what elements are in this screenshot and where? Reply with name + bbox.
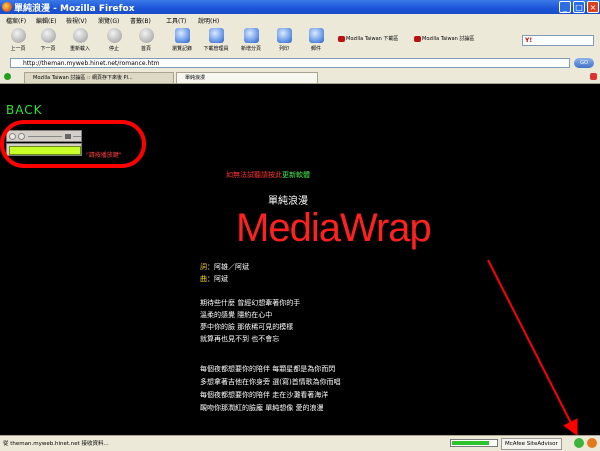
menu-file[interactable]: 檔案(F) (6, 16, 26, 25)
close-tab-icon[interactable] (590, 73, 597, 80)
history-icon (174, 28, 190, 43)
url-input[interactable]: http://theman.myweb.hinet.net/romance.ht… (10, 58, 570, 68)
go-button[interactable]: GO (574, 58, 594, 68)
mail-button[interactable]: 郵件 (302, 28, 330, 52)
home-icon (138, 28, 154, 43)
stop-icon (106, 28, 122, 43)
back-arrow-icon (10, 28, 26, 43)
new-tab-button[interactable]: 新增分頁 (237, 28, 265, 52)
mail-icon (308, 28, 324, 43)
menu-help[interactable]: 說明(H) (198, 16, 219, 25)
reload-button[interactable]: 重新載入 (66, 28, 94, 52)
navigation-toolbar: 上一頁 下一頁 重新載入 停止 首頁 瀏覽記錄 下載管理員 新增分頁 列印 郵件… (0, 26, 600, 57)
close-button[interactable]: × (587, 1, 599, 13)
menu-bookmarks[interactable]: 書籤(B) (130, 16, 151, 25)
siteadvisor-button[interactable]: McAfee SiteAdvisor (501, 438, 562, 450)
search-input[interactable]: Y! (522, 35, 594, 46)
print-button[interactable]: 列印 (270, 28, 298, 52)
reload-icon (72, 28, 88, 43)
tab-bar: Mozilla Taiwan 討論區 :: 網頁存下來後 Pl... 單純浪漫 (0, 71, 600, 84)
status-text: 從 theman.myweb.hinet.net 接收資料... (3, 441, 109, 447)
firefox-status-icon[interactable] (587, 438, 597, 448)
title-bar: 單純浪漫 - Mozilla Firefox _ □ × (0, 0, 600, 14)
address-toolbar: http://theman.myweb.hinet.net/romance.ht… (0, 56, 600, 72)
print-icon (276, 28, 292, 43)
maximize-button[interactable]: □ (573, 1, 585, 13)
menu-view[interactable]: 檢視(V) (66, 16, 87, 25)
forward-button[interactable]: 下一頁 (34, 28, 62, 52)
firefox-logo-icon (2, 2, 12, 12)
yahoo-search-icon: Y! (525, 37, 533, 44)
home-button[interactable]: 首頁 (132, 28, 160, 52)
window-title: 單純浪漫 - Mozilla Firefox (14, 4, 135, 14)
bookmark-icon (338, 35, 345, 42)
tab-romance[interactable]: 單純浪漫 (176, 72, 318, 83)
bookmark-mozilla-download[interactable]: Mozilla Taiwan 下載區 (338, 35, 398, 42)
bookmark-icon (414, 35, 421, 42)
site-safe-icon[interactable] (574, 438, 584, 448)
menu-edit[interactable]: 編輯(E) (36, 16, 56, 25)
download-icon (208, 28, 224, 43)
bookmark-mozilla-forum[interactable]: Mozilla Taiwan 討論區 (414, 35, 474, 42)
downloads-button[interactable]: 下載管理員 (202, 28, 230, 52)
stop-button[interactable]: 停止 (100, 28, 128, 52)
minimize-button[interactable]: _ (559, 1, 571, 13)
loading-progress-fill (452, 441, 489, 445)
forward-arrow-icon (40, 28, 56, 43)
menu-tools[interactable]: 工具(T) (166, 16, 186, 25)
history-button[interactable]: 瀏覽記錄 (168, 28, 196, 52)
back-button[interactable]: 上一頁 (4, 28, 32, 52)
status-bar: 從 theman.myweb.hinet.net 接收資料... McAfee … (0, 435, 600, 451)
annotation-arrow (487, 259, 578, 435)
new-tab-icon[interactable] (4, 73, 11, 80)
tab-mozilla-forum[interactable]: Mozilla Taiwan 討論區 :: 網頁存下來後 Pl... (24, 72, 174, 83)
menu-go[interactable]: 瀏覽(G) (98, 16, 119, 25)
new-tab-icon (243, 28, 259, 43)
page-content: BACK "請按播放鍵" 如無法試聽請按此更新軟體 單純浪漫 MediaWrap… (0, 84, 600, 435)
loading-progress (450, 439, 498, 447)
